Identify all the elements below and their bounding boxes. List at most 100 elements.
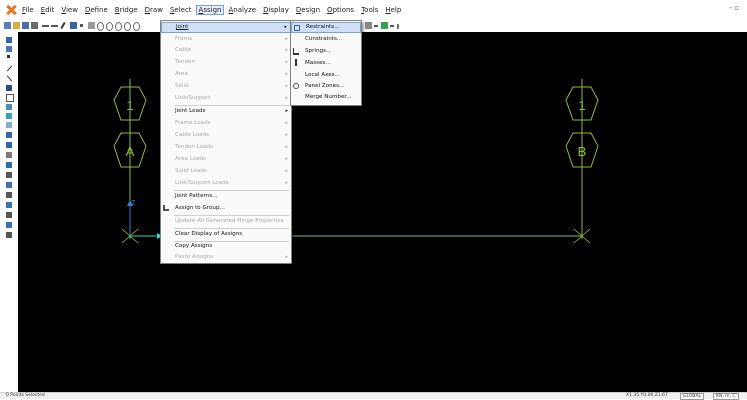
draw-rectangular-area-icon[interactable] [6,104,12,110]
snap-midpoints-icon[interactable] [6,232,12,238]
snap-ends-icon[interactable] [6,182,12,188]
assign-frame-loads-item[interactable]: Frame Loads ▸ [161,118,291,129]
assign-solid-loads-item[interactable]: Solid Loads ▸ [161,166,291,177]
joint-springs-item[interactable]: Springs... [291,46,361,57]
zoom-in-icon[interactable] [106,22,113,31]
save-icon[interactable] [22,22,29,29]
assign-solid-item[interactable]: Solid ▸ [161,81,291,92]
pencil-icon[interactable] [60,21,66,30]
draw-link-icon[interactable] [6,85,12,91]
snap-intersections-icon[interactable] [6,192,12,198]
menu-tools[interactable]: Tools [358,5,381,15]
assign-link-support-loads-item[interactable]: Link/Support Loads ▸ [161,178,291,189]
submenu-arrow-icon: ▸ [285,83,288,89]
assign-frame-item[interactable]: Frame ▸ [161,34,291,45]
intersecting-line-select-icon[interactable] [6,162,12,168]
get-previous-selection-icon[interactable] [6,142,12,148]
menu-design[interactable]: Design [293,5,323,15]
joint-local-axes-item[interactable]: Local Axes... [291,70,361,81]
units-select[interactable]: KN, m, C [713,393,739,400]
run-analysis-icon[interactable] [88,22,95,29]
coordinate-system-select[interactable]: GLOBAL [680,393,705,400]
dropdown-arrow-icon[interactable] [374,25,378,27]
new-model-icon[interactable] [4,22,11,29]
joint-constraints-item[interactable]: Constraints... [291,34,361,45]
lock-icon[interactable] [70,22,77,29]
assign-area-item[interactable]: Area ▸ [161,69,291,80]
reshape-icon[interactable] [6,46,12,52]
submenu-arrow-icon: ▸ [285,254,288,260]
submenu-arrow-icon: ▸ [285,120,288,126]
menu-edit[interactable]: Edit [38,5,58,15]
open-icon[interactable] [13,22,20,29]
draw-point-icon[interactable] [7,55,10,58]
snap-fine-grid-icon[interactable] [6,222,12,228]
quick-draw-area-icon[interactable] [6,113,12,119]
redo-icon[interactable] [51,25,58,30]
toolbar-overflow-icon[interactable] [397,24,399,29]
assign-cable-item[interactable]: Cable ▸ [161,45,291,56]
app-logo-icon [6,5,16,15]
assign-joint-patterns-item[interactable]: Joint Patterns... [161,191,291,202]
assign-joint-item[interactable]: Joint ▸ [161,22,291,33]
panel-zones-icon [293,83,299,89]
update-hinge-properties-item[interactable]: Update All Generated Hinge Properties [161,216,291,227]
draw-solid-icon[interactable] [6,122,12,128]
menu-display[interactable]: Display [260,5,292,15]
zoom-window-icon[interactable] [97,22,104,31]
menu-bridge[interactable]: Bridge [112,5,141,15]
menu-draw[interactable]: Draw [142,5,166,15]
joint-merge-number-item[interactable]: Merge Number... [291,92,361,103]
undo-icon[interactable] [42,25,49,30]
clear-selection-icon[interactable] [6,152,12,158]
menu-analyze[interactable]: Analyze [225,5,259,15]
zoom-previous-icon[interactable] [124,22,131,31]
zoom-full-icon[interactable] [133,22,140,31]
menu-help[interactable]: Help [382,5,404,15]
snap-points-icon[interactable] [6,172,12,178]
copy-assigns-item[interactable]: Copy Assigns [161,241,291,252]
snap-perpendicular-icon[interactable] [6,202,12,208]
draw-area-icon[interactable] [6,94,14,102]
assign-area-loads-item[interactable]: Area Loads ▸ [161,154,291,165]
dot-icon[interactable] [80,24,83,27]
joint-restraints-item[interactable]: Restraints... [291,22,361,33]
z-axis-label: Z [131,200,136,207]
grid-label-left-top: 1 [126,98,133,113]
joint-masses-item[interactable]: Masses... [291,58,361,69]
menu-define[interactable]: Define [82,5,111,15]
draw-frame-icon[interactable] [6,65,13,72]
show-forces-icon[interactable] [381,22,388,29]
assign-link-support-item[interactable]: Link/Support ▸ [161,93,291,104]
pointer-icon[interactable] [6,37,12,43]
grid-label-left-bottom: A [126,144,135,159]
assign-tendon-loads-item[interactable]: Tendon Loads ▸ [161,142,291,153]
model-canvas[interactable]: 1 A 1 B Z [18,32,747,392]
paste-assigns-item[interactable]: Paste Assigns ▸ [161,252,291,263]
assign-tendon-item[interactable]: Tendon ▸ [161,57,291,68]
print-icon[interactable] [31,22,38,29]
grid-label-right-bottom: B [578,144,587,159]
zoom-out-icon[interactable] [115,22,122,31]
quick-draw-frame-icon[interactable] [6,75,13,82]
assign-to-group-item[interactable]: Assign to Group... [161,203,291,214]
menu-file[interactable]: File [19,5,37,15]
menu-options[interactable]: Options [324,5,357,15]
joint-panel-zones-item[interactable]: Panel Zones... [291,81,361,92]
menu-view[interactable]: View [58,5,81,15]
assign-cable-loads-item[interactable]: Cable Loads ▸ [161,130,291,141]
snap-lines-icon[interactable] [6,212,12,218]
menu-assign[interactable]: Assign [195,5,225,15]
display-options-icon[interactable] [365,22,372,29]
menu-select[interactable]: Select [167,5,195,15]
submenu-arrow-icon: ▸ [285,71,288,77]
grid-label-right-top: 1 [578,98,585,113]
clear-display-of-assigns-item[interactable]: Clear Display of Assigns [161,229,291,240]
submenu-arrow-icon: ▸ [285,36,288,42]
assign-joint-loads-item[interactable]: Joint Loads ▸ [161,106,291,117]
select-all-icon[interactable] [6,132,12,138]
submenu-arrow-icon: ▸ [285,47,288,53]
submenu-arrow-icon: ▸ [285,132,288,138]
dropdown-arrow-icon-2[interactable] [390,25,394,27]
window-minimize-button[interactable]: - ▫ [730,4,740,12]
